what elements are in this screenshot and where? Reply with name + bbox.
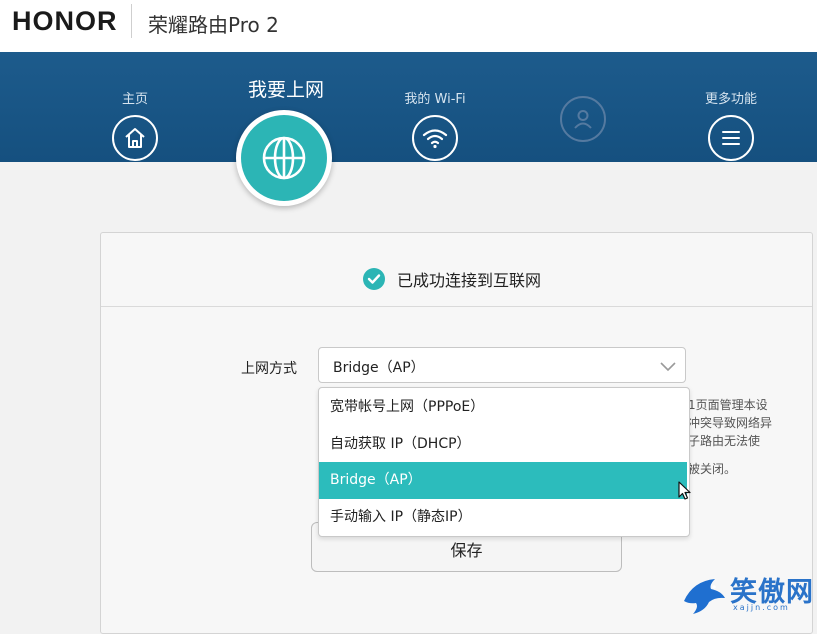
wifi-icon <box>412 115 458 161</box>
selected-value: Bridge（AP） <box>333 360 425 376</box>
option-bridge-ap[interactable]: Bridge（AP） <box>319 462 687 499</box>
option-dhcp[interactable]: 自动获取 IP（DHCP） <box>319 426 687 463</box>
nav-item-label: 我的 Wi-Fi <box>404 92 466 107</box>
nav-band: 主页 我的 Wi-Fi 更多功能 <box>0 52 817 162</box>
check-icon <box>363 268 385 290</box>
status-text: 已成功连接到互联网 <box>397 271 542 290</box>
hint-line: 被关闭。 <box>688 462 737 476</box>
nav-item-label: 主页 <box>121 92 148 107</box>
shark-logo-icon <box>681 571 727 619</box>
option-pppoe[interactable]: 宽带帐号上网（PPPoE） <box>319 389 687 426</box>
watermark-url: xajjn.com <box>733 603 790 612</box>
connection-status: 已成功连接到互联网 <box>363 267 541 291</box>
connection-method-dropdown: 宽带帐号上网（PPPoE） 自动获取 IP（DHCP） Bridge（AP） 手… <box>318 387 690 537</box>
product-name: 荣耀路由Pro 2 <box>148 13 279 37</box>
chevron-down-icon <box>659 358 677 377</box>
nav-item-label: 更多功能 <box>704 92 757 107</box>
user-icon <box>560 96 606 142</box>
mouse-cursor-icon <box>678 481 692 505</box>
nav-item-home[interactable]: 主页 <box>112 88 158 161</box>
top-bar: HONOR 荣耀路由Pro 2 <box>0 0 817 52</box>
globe-icon <box>241 115 327 201</box>
hint-text: 1页面管理本设 冲突导致网络异 子路由无法使 被关闭。 <box>688 396 784 478</box>
hint-line: 1页面管理本设 <box>688 398 768 412</box>
option-static-ip[interactable]: 手动输入 IP（静态IP） <box>319 499 687 536</box>
nav-item-internet[interactable] <box>236 110 332 206</box>
nav-item-more[interactable]: 更多功能 <box>700 88 762 161</box>
hint-line: 子路由无法使 <box>688 434 761 448</box>
hint-line: 冲突导致网络异 <box>688 416 773 430</box>
brand-logo: HONOR <box>12 6 118 36</box>
nav-item-account <box>560 88 606 142</box>
menu-icon <box>708 115 754 161</box>
nav-item-wifi[interactable]: 我的 Wi-Fi <box>400 88 470 161</box>
connection-method-select[interactable]: Bridge（AP） <box>318 347 686 383</box>
nav-item-internet-label: 我要上网 <box>247 79 324 101</box>
divider <box>101 306 812 307</box>
home-icon <box>112 115 158 161</box>
brand-separator <box>131 4 132 38</box>
connection-method-label: 上网方式 <box>241 361 297 377</box>
